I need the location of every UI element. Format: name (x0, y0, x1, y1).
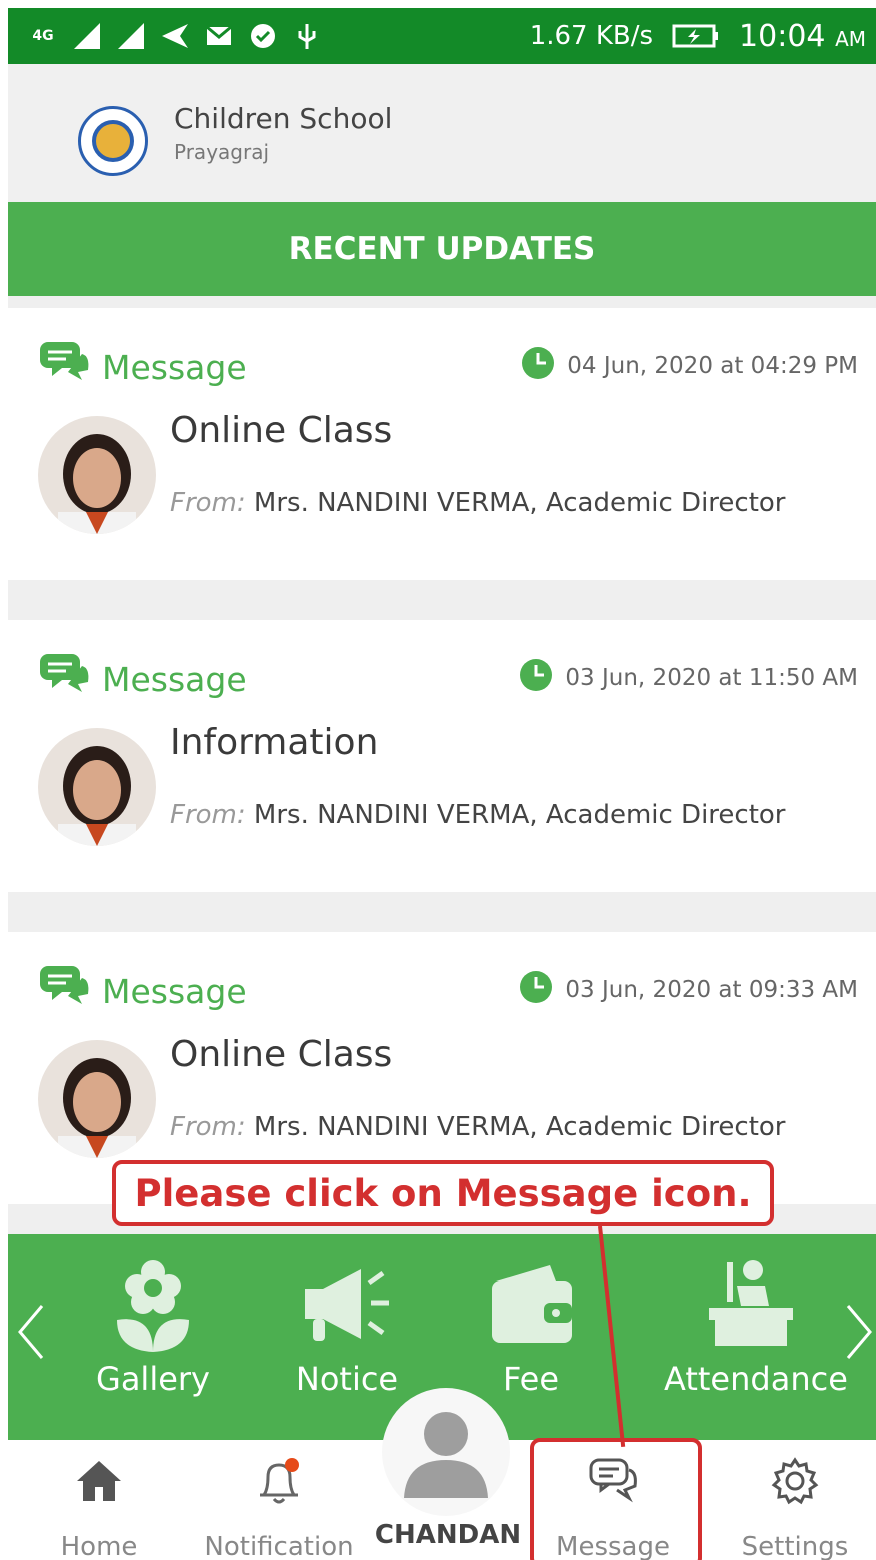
signal-icon (116, 21, 146, 51)
sender-name: Mrs. NANDINI VERMA, Academic Director (253, 800, 786, 830)
callout-highlight-box (530, 1438, 702, 1560)
flower-icon (68, 1254, 238, 1354)
student-desk-icon (664, 1254, 834, 1354)
status-icons-right: 1.67 KB/s 10:04 AM (530, 16, 866, 56)
usb-icon (292, 21, 322, 51)
school-name: Children School (174, 102, 393, 135)
update-date-text: 03 Jun, 2020 at 09:33 AM (565, 977, 858, 1003)
update-date-text: 04 Jun, 2020 at 04:29 PM (567, 353, 858, 379)
shield-icon (248, 21, 278, 51)
update-date: 03 Jun, 2020 at 11:50 AM (519, 658, 858, 698)
clock-icon (521, 346, 555, 386)
chevron-left-icon[interactable] (16, 1304, 46, 1370)
quick-item-notice[interactable]: Notice (262, 1254, 432, 1398)
sender-avatar (38, 416, 156, 534)
nav-label: Home (60, 1532, 138, 1560)
update-from: From: Mrs. NANDINI VERMA, Academic Direc… (170, 488, 786, 518)
app-screen: 4G 1.67 KB/s 10:04 AM Children School Pr… (8, 8, 876, 1560)
clock-icon (519, 658, 553, 698)
profile-name[interactable]: CHANDAN (368, 1520, 528, 1550)
quick-item-label: Gallery (96, 1360, 210, 1398)
nav-label: Settings (741, 1532, 849, 1560)
update-card[interactable]: Message 04 Jun, 2020 at 04:29 PM Online … (8, 308, 876, 580)
sender-name: Mrs. NANDINI VERMA, Academic Director (253, 488, 786, 518)
status-icons-left: 4G (28, 16, 322, 56)
nav-notification[interactable]: Notification (194, 1450, 364, 1560)
update-title: Information (170, 722, 379, 763)
update-type-label: Message (102, 347, 247, 387)
network-speed: 1.67 KB/s (529, 21, 654, 51)
status-bar: 4G 1.67 KB/s 10:04 AM (8, 8, 876, 64)
update-from: From: Mrs. NANDINI VERMA, Academic Direc… (170, 1112, 786, 1142)
update-type-label: Message (102, 659, 247, 699)
message-icon (38, 964, 92, 1018)
quick-item-label: Attendance (664, 1360, 848, 1398)
network-4g-icon: 4G (32, 28, 54, 44)
from-label: From: (170, 800, 246, 830)
bell-icon (194, 1450, 364, 1512)
quick-item-label: Notice (295, 1360, 399, 1398)
battery-charging-icon (671, 21, 721, 51)
update-from: From: Mrs. NANDINI VERMA, Academic Direc… (170, 800, 786, 830)
sender-name: Mrs. NANDINI VERMA, Academic Director (253, 1112, 786, 1142)
chevron-right-icon[interactable] (844, 1304, 874, 1370)
update-type: Message (38, 652, 247, 706)
signal-icon (72, 21, 102, 51)
update-date: 04 Jun, 2020 at 04:29 PM (521, 346, 858, 386)
update-title: Online Class (170, 410, 393, 451)
school-logo (78, 106, 148, 176)
gear-icon (710, 1450, 876, 1512)
school-city: Prayagraj (174, 140, 270, 164)
quick-item-gallery[interactable]: Gallery (68, 1254, 238, 1398)
instruction-callout: Please click on Message icon. (112, 1160, 774, 1226)
send-icon (160, 21, 190, 51)
from-label: From: (170, 488, 246, 518)
wallet-icon (446, 1254, 616, 1354)
nav-home[interactable]: Home (14, 1450, 184, 1560)
quick-item-label: Fee (502, 1360, 560, 1398)
message-icon (38, 340, 92, 394)
mail-icon (204, 21, 234, 51)
sender-avatar (38, 728, 156, 846)
profile-button[interactable] (382, 1388, 510, 1516)
clock-icon (519, 970, 553, 1010)
update-title: Online Class (170, 1034, 393, 1075)
section-title: RECENT UPDATES (8, 202, 876, 296)
message-icon (38, 652, 92, 706)
home-icon (14, 1450, 184, 1512)
nav-settings[interactable]: Settings (710, 1450, 876, 1560)
update-card[interactable]: Message 03 Jun, 2020 at 11:50 AM Informa… (8, 620, 876, 892)
app-header: Children School Prayagraj (8, 64, 876, 202)
from-label: From: (170, 1112, 246, 1142)
update-type: Message (38, 964, 247, 1018)
update-type-label: Message (102, 971, 247, 1011)
quick-item-fee[interactable]: Fee (446, 1254, 616, 1398)
update-type: Message (38, 340, 247, 394)
sender-avatar (38, 1040, 156, 1158)
megaphone-icon (262, 1254, 432, 1354)
update-date: 03 Jun, 2020 at 09:33 AM (519, 970, 858, 1010)
user-avatar-icon (398, 1402, 494, 1502)
quick-item-attendance[interactable]: Attendance (664, 1254, 848, 1398)
update-date-text: 03 Jun, 2020 at 11:50 AM (565, 665, 858, 691)
nav-label: Notification (204, 1532, 354, 1560)
clock: 10:04 AM (739, 18, 866, 54)
